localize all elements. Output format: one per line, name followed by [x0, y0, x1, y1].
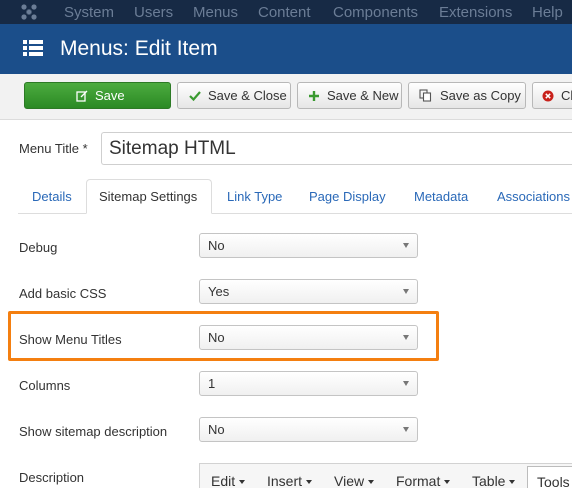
- editor-menu-edit-label: Edit: [211, 473, 236, 488]
- editor-menu-format[interactable]: Format: [396, 473, 451, 488]
- close-circle-icon: [542, 83, 554, 108]
- nav-users[interactable]: Users: [134, 4, 173, 21]
- editor-menu-tools-label: Tools: [537, 474, 570, 488]
- editor-menu-tools[interactable]: Tools: [527, 466, 572, 488]
- save-button-label: Save: [95, 88, 125, 103]
- show-menu-titles-label: Show Menu Titles: [19, 332, 122, 347]
- save-new-button[interactable]: Save & New: [297, 82, 402, 109]
- caret-down-icon: [509, 480, 516, 485]
- editor-menu-insert[interactable]: Insert: [267, 473, 313, 488]
- close-label: Cl: [561, 88, 572, 103]
- tab-metadata[interactable]: Metadata: [414, 189, 468, 204]
- editor-menu-edit[interactable]: Edit: [211, 473, 246, 488]
- close-button[interactable]: Cl: [532, 82, 572, 109]
- show-menu-titles-select[interactable]: No: [199, 325, 418, 350]
- show-sitemap-description-label: Show sitemap description: [19, 424, 168, 439]
- copy-icon: [419, 83, 432, 108]
- nav-extensions[interactable]: Extensions: [439, 4, 512, 21]
- chevron-down-icon: [403, 335, 409, 340]
- debug-label: Debug: [19, 240, 58, 255]
- nav-content[interactable]: Content: [258, 4, 311, 21]
- page-title: Menus: Edit Item: [60, 37, 218, 60]
- save-new-label: Save & New: [327, 88, 399, 103]
- save-copy-button[interactable]: Save as Copy: [408, 82, 526, 109]
- menu-title-input[interactable]: Sitemap HTML: [101, 132, 572, 165]
- add-basic-css-value: Yes: [208, 284, 230, 299]
- tab-sitemap-settings[interactable]: Sitemap Settings: [86, 179, 212, 214]
- add-basic-css-label: Add basic CSS: [19, 286, 107, 301]
- list-icon: [23, 40, 43, 56]
- nav-menus[interactable]: Menus: [193, 4, 238, 21]
- tab-associations[interactable]: Associations: [497, 189, 570, 204]
- nav-components[interactable]: Components: [333, 4, 418, 21]
- save-close-button[interactable]: Save & Close: [177, 82, 291, 109]
- editor-menubar: Edit Insert View Format Table Tools: [199, 463, 572, 488]
- caret-down-icon: [239, 480, 246, 485]
- editor-menu-view[interactable]: View: [334, 473, 375, 488]
- columns-label: Columns: [19, 378, 71, 393]
- nav-help[interactable]: Help: [532, 4, 563, 21]
- debug-value: No: [208, 238, 225, 253]
- description-label: Description: [19, 470, 85, 485]
- save-close-label: Save & Close: [208, 88, 287, 103]
- editor-menu-table[interactable]: Table: [472, 473, 516, 488]
- columns-select[interactable]: 1: [199, 371, 418, 396]
- tab-details[interactable]: Details: [32, 189, 72, 204]
- editor-menu-format-label: Format: [396, 473, 441, 488]
- caret-down-icon: [368, 480, 375, 485]
- show-sitemap-description-value: No: [208, 422, 225, 437]
- nav-system[interactable]: System: [64, 4, 114, 21]
- plus-icon: [308, 83, 320, 108]
- debug-select[interactable]: No: [199, 233, 418, 258]
- edit-icon: [76, 83, 88, 108]
- action-toolbar: Save Save & Close Save & New Save as Cop…: [0, 74, 572, 120]
- chevron-down-icon: [403, 243, 409, 248]
- tab-link-type[interactable]: Link Type: [227, 189, 282, 204]
- chevron-down-icon: [403, 427, 409, 432]
- show-menu-titles-value: No: [208, 330, 225, 345]
- top-navigation-bar: System Users Menus Content Components Ex…: [0, 0, 572, 24]
- save-copy-label: Save as Copy: [440, 88, 521, 103]
- caret-down-icon: [306, 480, 313, 485]
- editor-menu-view-label: View: [334, 473, 365, 488]
- save-button[interactable]: Save: [24, 82, 171, 109]
- tab-sitemap-settings-label: Sitemap Settings: [99, 189, 198, 204]
- joomla-logo-icon[interactable]: [20, 3, 38, 21]
- add-basic-css-select[interactable]: Yes: [199, 279, 418, 304]
- editor-menu-insert-label: Insert: [267, 473, 303, 488]
- columns-value: 1: [208, 376, 216, 391]
- check-icon: [189, 83, 201, 108]
- editor-menu-table-label: Table: [472, 473, 506, 488]
- page-header: Menus: Edit Item: [0, 24, 572, 74]
- chevron-down-icon: [403, 289, 409, 294]
- caret-down-icon: [444, 480, 451, 485]
- chevron-down-icon: [403, 381, 409, 386]
- menu-title-label: Menu Title *: [19, 141, 88, 156]
- tab-page-display[interactable]: Page Display: [309, 189, 386, 204]
- show-sitemap-description-select[interactable]: No: [199, 417, 418, 442]
